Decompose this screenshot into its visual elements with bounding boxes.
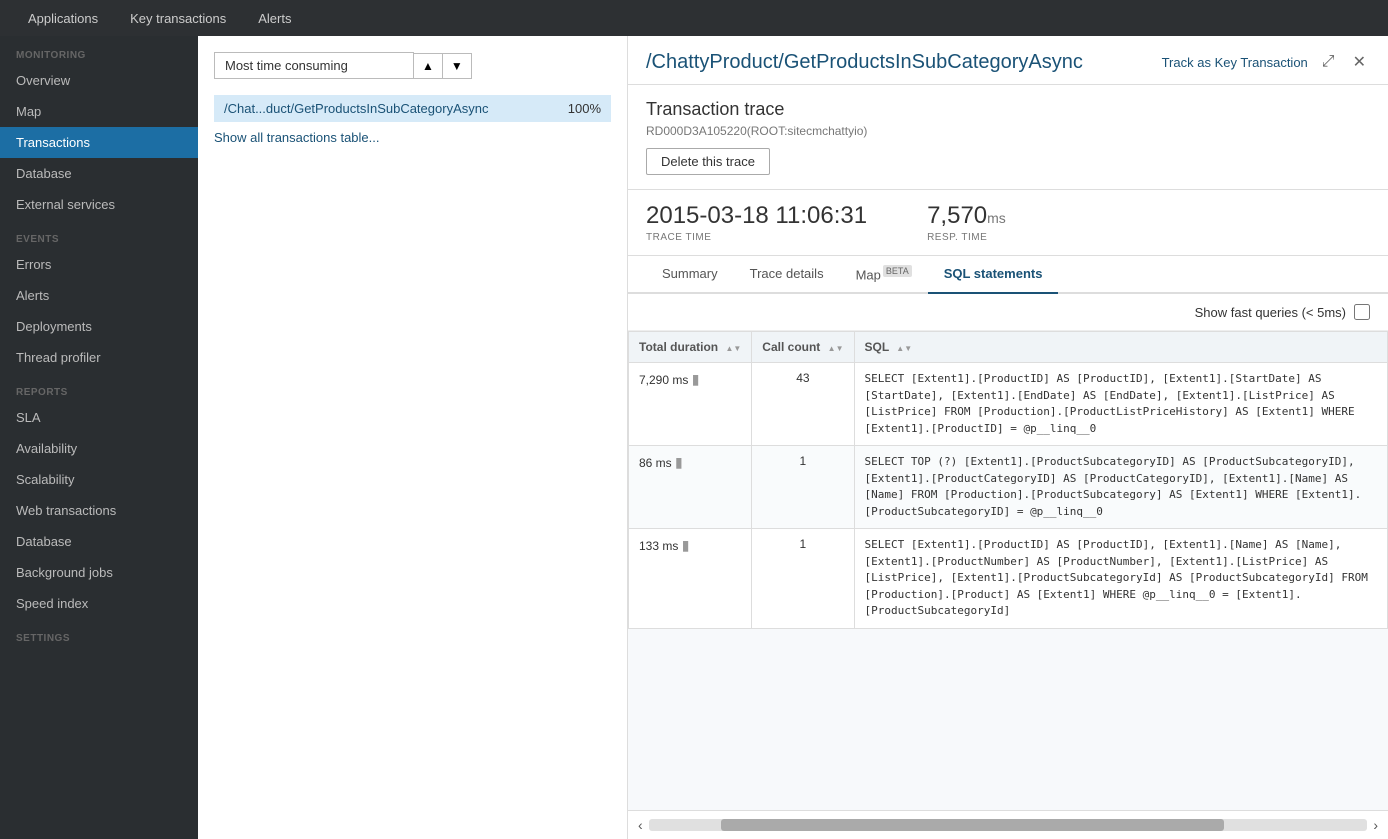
sidebar-item-overview[interactable]: Overview: [0, 65, 198, 96]
sidebar-section-monitoring: MONITORING: [0, 36, 198, 65]
trace-time-item: 2015-03-18 11:06:31 TRACE TIME: [646, 202, 867, 243]
sql-cell[interactable]: SELECT [Extent1].[ProductID] AS [Product…: [854, 363, 1388, 446]
transaction-bar-percentage: 100%: [568, 101, 601, 116]
delete-trace-button[interactable]: Delete this trace: [646, 148, 770, 175]
sql-cell[interactable]: SELECT [Extent1].[ProductID] AS [Product…: [854, 529, 1388, 629]
tab-summary[interactable]: Summary: [646, 256, 734, 294]
transaction-bar-name: /Chat...duct/GetProductsInSubCategoryAsy…: [224, 101, 560, 116]
duration-cell: 7,290 ms ▮: [629, 363, 752, 446]
top-navigation: Applications Key transactions Alerts: [0, 0, 1388, 36]
sql-table-header-row: Total duration ▲▼ Call count ▲▼ SQL ▲▼: [629, 332, 1388, 363]
scroll-track[interactable]: [649, 819, 1368, 831]
sql-code: SELECT TOP (?) [Extent1].[ProductSubcate…: [865, 455, 1362, 518]
tab-trace-details[interactable]: Trace details: [734, 256, 840, 294]
col-sql[interactable]: SQL ▲▼: [854, 332, 1388, 363]
sql-row-icon[interactable]: ▮: [692, 371, 700, 387]
nav-alerts[interactable]: Alerts: [242, 0, 307, 36]
resp-time-item: 7,570ms RESP. TIME: [927, 202, 1006, 243]
sql-table-body: 7,290 ms ▮ 43 SELECT [Extent1].[ProductI…: [629, 363, 1388, 629]
col-total-duration[interactable]: Total duration ▲▼: [629, 332, 752, 363]
sort-arrows-call-count: ▲▼: [828, 344, 844, 353]
trace-title: Transaction trace: [646, 99, 1370, 120]
sidebar: MONITORING Overview Map Transactions Dat…: [0, 36, 198, 839]
resp-time-unit: ms: [987, 210, 1006, 226]
scroll-thumb: [721, 819, 1224, 831]
trace-meta-row: 2015-03-18 11:06:31 TRACE TIME 7,570ms R…: [628, 190, 1388, 256]
dropdown-arrow-down[interactable]: ▼: [443, 53, 472, 79]
sort-arrows-duration: ▲▼: [725, 344, 741, 353]
trace-time-label: TRACE TIME: [646, 232, 867, 243]
content-area: Most time consuming ▲ ▼ /Chat...duct/Get…: [198, 36, 1388, 839]
trace-section: Transaction trace RD000D3A105220(ROOT:si…: [628, 85, 1388, 190]
sql-area: Show fast queries (< 5ms) Total duration…: [628, 294, 1388, 810]
sidebar-item-map[interactable]: Map: [0, 96, 198, 127]
sql-code: SELECT [Extent1].[ProductID] AS [Product…: [865, 538, 1375, 617]
sidebar-item-external-services[interactable]: External services: [0, 189, 198, 220]
col-call-count[interactable]: Call count ▲▼: [752, 332, 854, 363]
fast-queries-checkbox[interactable]: [1354, 304, 1370, 320]
sidebar-section-reports: REPORTS: [0, 373, 198, 402]
table-row: 7,290 ms ▮ 43 SELECT [Extent1].[ProductI…: [629, 363, 1388, 446]
fast-queries-row: Show fast queries (< 5ms): [628, 294, 1388, 331]
tab-sql-statements[interactable]: SQL statements: [928, 256, 1059, 294]
table-row: 86 ms ▮ 1 SELECT TOP (?) [Extent1].[Prod…: [629, 446, 1388, 529]
call-count-cell: 43: [752, 363, 854, 446]
resp-time-label: RESP. TIME: [927, 232, 1006, 243]
sidebar-item-deployments[interactable]: Deployments: [0, 311, 198, 342]
sidebar-section-settings: SETTINGS: [0, 619, 198, 648]
expand-button[interactable]: ⤢: [1318, 51, 1339, 73]
show-all-transactions-link[interactable]: Show all transactions table...: [214, 130, 379, 145]
trace-subtitle: RD000D3A105220(ROOT:sitecmchattyio): [646, 124, 1370, 138]
close-detail-button[interactable]: ✕: [1349, 50, 1370, 74]
dropdown-arrow-up[interactable]: ▲: [414, 53, 443, 79]
detail-title: /ChattyProduct/GetProductsInSubCategoryA…: [646, 51, 1083, 74]
detail-header: /ChattyProduct/GetProductsInSubCategoryA…: [628, 36, 1388, 85]
trace-time-value: 2015-03-18 11:06:31: [646, 202, 867, 230]
bottom-scrollbar: ‹ ›: [628, 810, 1388, 839]
sql-cell[interactable]: SELECT TOP (?) [Extent1].[ProductSubcate…: [854, 446, 1388, 529]
table-row: 133 ms ▮ 1 SELECT [Extent1].[ProductID] …: [629, 529, 1388, 629]
duration-cell: 133 ms ▮: [629, 529, 752, 629]
sidebar-item-database[interactable]: Database: [0, 158, 198, 189]
main-layout: MONITORING Overview Map Transactions Dat…: [0, 36, 1388, 839]
sidebar-item-alerts[interactable]: Alerts: [0, 280, 198, 311]
sidebar-item-sla[interactable]: SLA: [0, 402, 198, 433]
call-count-cell: 1: [752, 446, 854, 529]
nav-key-transactions[interactable]: Key transactions: [114, 0, 242, 36]
sidebar-item-speed-index[interactable]: Speed index: [0, 588, 198, 619]
sql-row-icon[interactable]: ▮: [682, 537, 690, 553]
tabs-bar: Summary Trace details MapBETA SQL statem…: [628, 256, 1388, 294]
scroll-right-button[interactable]: ›: [1373, 817, 1378, 833]
sql-table-header: Total duration ▲▼ Call count ▲▼ SQL ▲▼: [629, 332, 1388, 363]
resp-time-value: 7,570ms: [927, 202, 1006, 230]
left-panel: Most time consuming ▲ ▼ /Chat...duct/Get…: [198, 36, 628, 839]
transaction-bar[interactable]: /Chat...duct/GetProductsInSubCategoryAsy…: [214, 95, 611, 122]
sidebar-item-scalability[interactable]: Scalability: [0, 464, 198, 495]
duration-cell: 86 ms ▮: [629, 446, 752, 529]
sidebar-section-events: EVENTS: [0, 220, 198, 249]
sql-code: SELECT [Extent1].[ProductID] AS [Product…: [865, 372, 1362, 435]
track-key-transaction-button[interactable]: Track as Key Transaction: [1162, 55, 1308, 70]
sidebar-item-background-jobs[interactable]: Background jobs: [0, 557, 198, 588]
detail-header-actions: Track as Key Transaction ⤢ ✕: [1162, 50, 1370, 74]
time-consuming-select[interactable]: Most time consuming: [214, 52, 414, 79]
sidebar-item-web-transactions[interactable]: Web transactions: [0, 495, 198, 526]
tab-map[interactable]: MapBETA: [840, 256, 928, 294]
sql-row-icon[interactable]: ▮: [675, 454, 683, 470]
sidebar-item-transactions[interactable]: Transactions: [0, 127, 198, 158]
nav-applications[interactable]: Applications: [12, 0, 114, 36]
sidebar-item-thread-profiler[interactable]: Thread profiler: [0, 342, 198, 373]
sidebar-item-errors[interactable]: Errors: [0, 249, 198, 280]
sidebar-item-database-report[interactable]: Database: [0, 526, 198, 557]
dropdown-row: Most time consuming ▲ ▼: [214, 52, 611, 79]
call-count-cell: 1: [752, 529, 854, 629]
sort-arrows-sql: ▲▼: [896, 344, 912, 353]
beta-badge: BETA: [883, 265, 912, 277]
scroll-left-button[interactable]: ‹: [638, 817, 643, 833]
sql-table: Total duration ▲▼ Call count ▲▼ SQL ▲▼: [628, 331, 1388, 629]
detail-pane: /ChattyProduct/GetProductsInSubCategoryA…: [628, 36, 1388, 839]
sidebar-item-availability[interactable]: Availability: [0, 433, 198, 464]
fast-queries-label: Show fast queries (< 5ms): [1195, 305, 1346, 320]
